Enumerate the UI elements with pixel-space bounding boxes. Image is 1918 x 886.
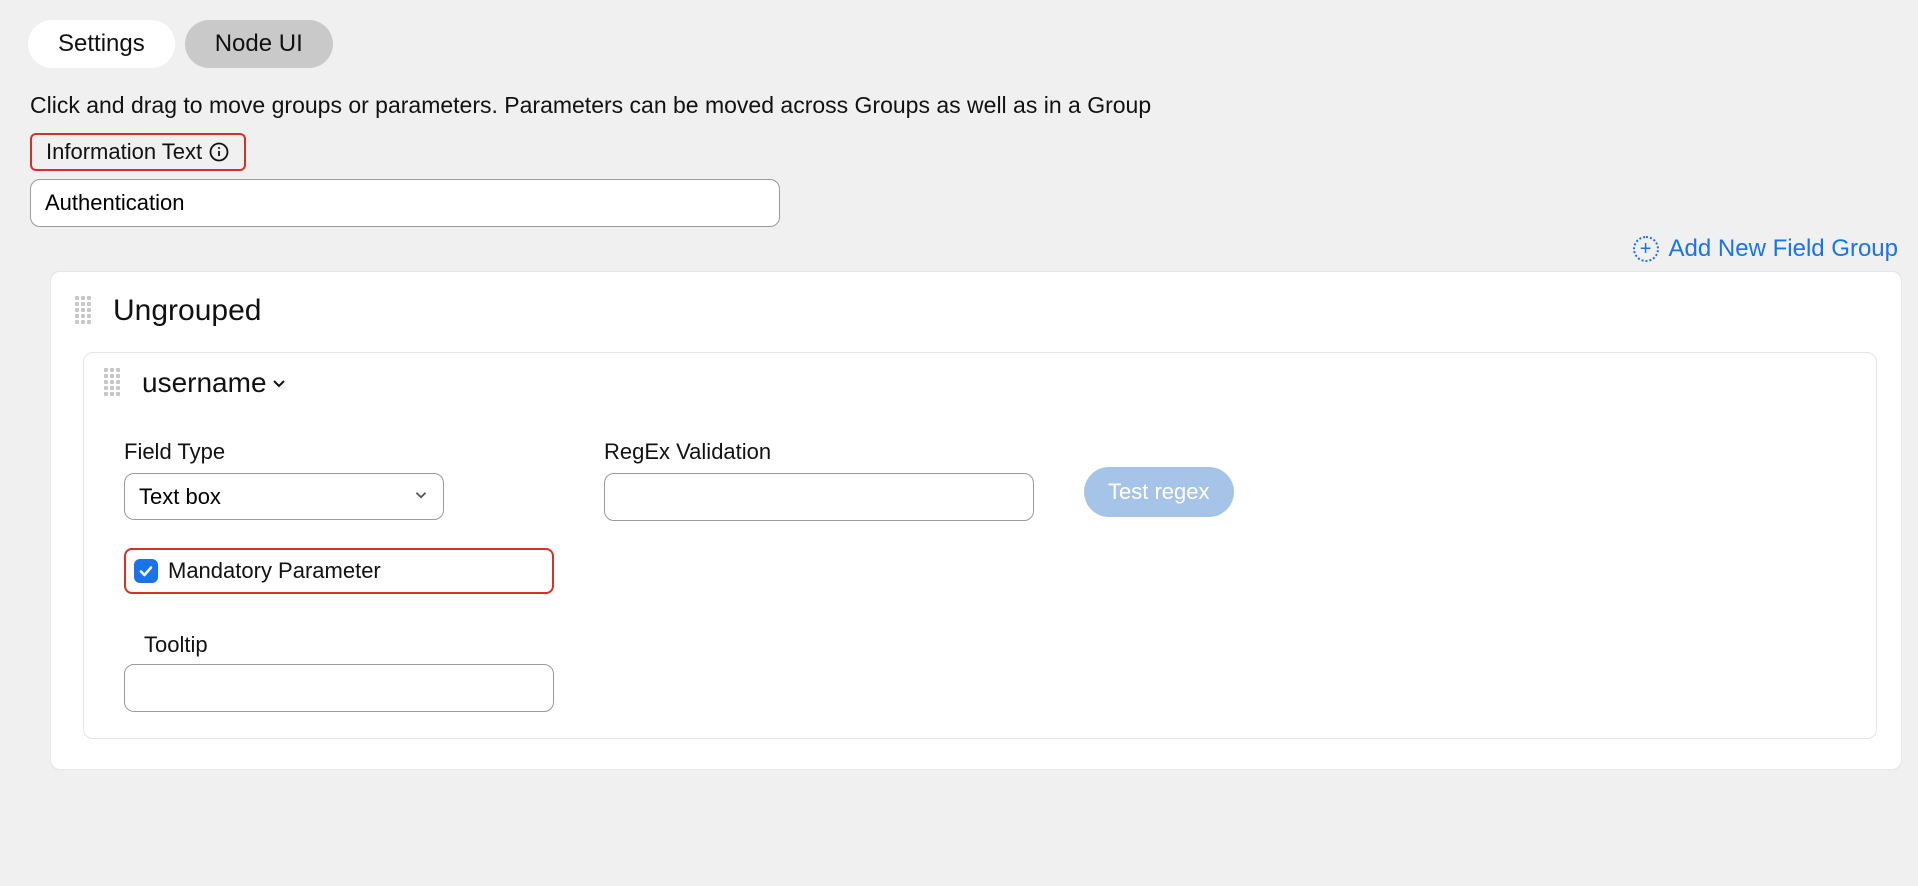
parameter-title[interactable]: username	[142, 367, 289, 399]
field-type-label: Field Type	[124, 439, 554, 465]
test-regex-button[interactable]: Test regex	[1084, 467, 1234, 517]
add-new-field-group-button[interactable]: + Add New Field Group	[1633, 235, 1898, 263]
group-card: Ungrouped username	[50, 271, 1902, 770]
add-new-field-group-label: Add New Field Group	[1669, 235, 1898, 263]
tooltip-label: Tooltip	[144, 632, 554, 658]
instruction-text: Click and drag to move groups or paramet…	[10, 68, 1918, 119]
information-text-label-text: Information Text	[46, 139, 202, 165]
tooltip-input[interactable]	[124, 664, 554, 712]
regex-validation-input[interactable]	[604, 473, 1034, 521]
tab-node-ui[interactable]: Node UI	[185, 20, 333, 68]
mandatory-parameter-label: Mandatory Parameter	[168, 558, 381, 584]
information-text-input[interactable]	[30, 179, 780, 227]
parameter-title-text: username	[142, 367, 267, 399]
field-type-select[interactable]: Text box	[124, 473, 444, 520]
tabs: Settings Node UI	[10, 0, 1918, 68]
regex-validation-label: RegEx Validation	[604, 439, 1034, 465]
group-title: Ungrouped	[113, 294, 261, 328]
tab-settings[interactable]: Settings	[28, 20, 175, 68]
plus-icon: +	[1633, 236, 1659, 262]
mandatory-parameter-checkbox-wrap[interactable]: Mandatory Parameter	[124, 548, 554, 594]
drag-handle-icon[interactable]	[75, 296, 95, 326]
information-text-label: Information Text	[30, 133, 246, 171]
parameter-card: username Field Type Text box	[83, 352, 1877, 739]
drag-handle-icon[interactable]	[104, 368, 124, 398]
checkbox-checked-icon	[134, 559, 158, 583]
chevron-down-icon	[269, 373, 289, 393]
info-icon	[208, 141, 230, 163]
